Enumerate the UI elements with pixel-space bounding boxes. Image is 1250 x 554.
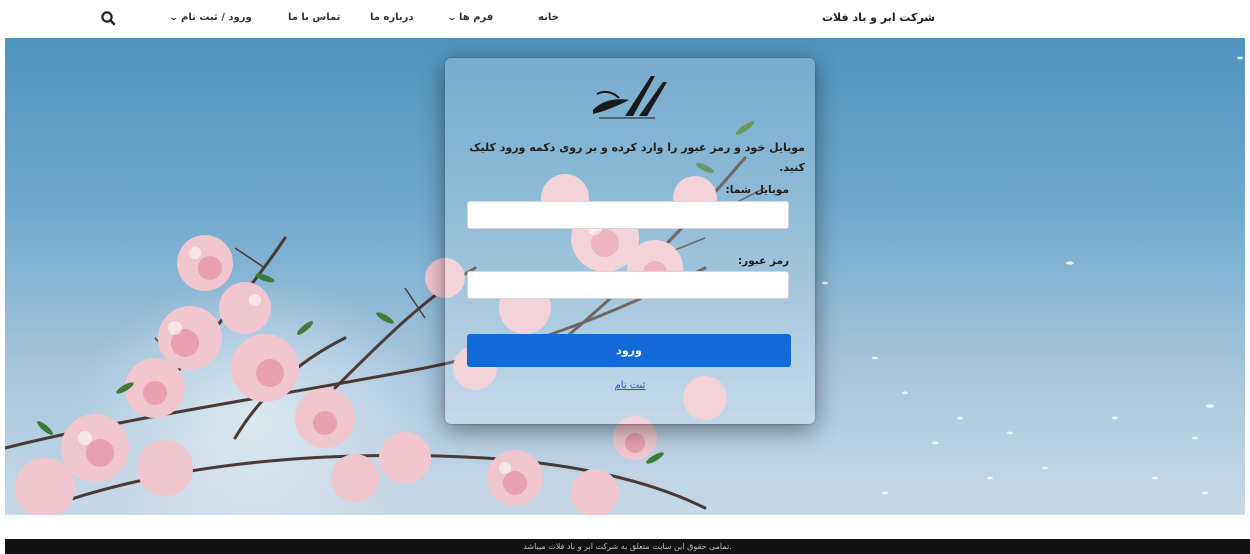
nav-contact-label: تماس با ما	[288, 12, 341, 23]
hero-background: موبایل خود و رمز عبور را وارد کرده و بر …	[5, 38, 1245, 515]
login-instruction: موبایل خود و رمز عبور را وارد کرده و بر …	[469, 141, 805, 174]
nav-login-dropdown[interactable]: ⌄ ورود / ثبت نام	[164, 12, 252, 23]
site-footer: تمامی حقوق این سایت متعلق به شرکت ابر و …	[5, 539, 1250, 554]
nav-login-label: ورود / ثبت نام	[181, 12, 252, 23]
nav-home-label: خانه	[538, 12, 559, 23]
main-nav: خانه ⌄ فرم ها درباره ما تماس با ما ⌄ ورو…	[0, 0, 1250, 38]
login-button[interactable]: ورود	[467, 334, 791, 367]
login-card: موبایل خود و رمز عبور را وارد کرده و بر …	[445, 58, 815, 424]
chevron-down-icon: ⌄	[168, 13, 180, 23]
password-label: رمز عبور:	[737, 255, 789, 267]
nav-forms-dropdown[interactable]: ⌄ فرم ها	[442, 12, 493, 23]
site-header: شرکت ابر و باد فلات خانه ⌄ فرم ها درباره…	[0, 0, 1250, 38]
nav-forms-label: فرم ها	[459, 12, 494, 23]
nav-contact[interactable]: تماس با ما	[288, 12, 340, 23]
footer-copyright: تمامی حقوق این سایت متعلق به شرکت ابر و …	[523, 542, 732, 551]
nav-about[interactable]: درباره ما	[370, 12, 414, 23]
register-link[interactable]: ثبت نام	[445, 380, 815, 391]
mobile-label: موبایل شما:	[725, 184, 789, 196]
search-icon[interactable]	[100, 10, 116, 26]
company-logo	[593, 76, 667, 119]
mobile-input[interactable]	[467, 201, 789, 229]
chevron-down-icon: ⌄	[446, 13, 458, 23]
nav-home[interactable]: خانه	[538, 12, 559, 23]
password-input[interactable]	[467, 271, 789, 299]
nav-about-label: درباره ما	[370, 12, 414, 23]
